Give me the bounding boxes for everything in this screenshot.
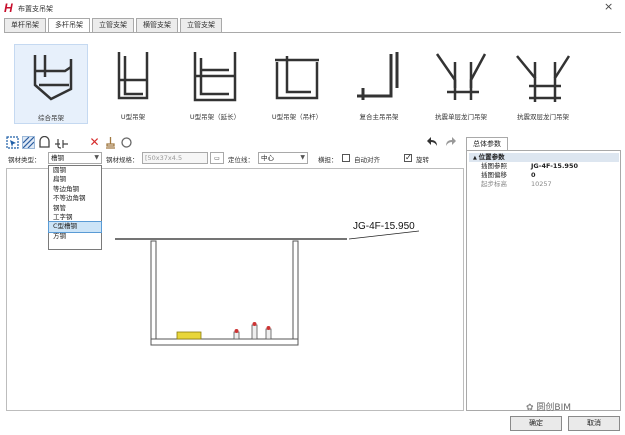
dropdown-option-highlighted[interactable]: C型槽钢 <box>48 221 102 233</box>
tab-riser-support[interactable]: 立管支架 <box>92 18 134 32</box>
property-group-title: 位置参数 <box>478 153 505 161</box>
tab-horizontal-support[interactable]: 横管支架 <box>136 18 178 32</box>
elevation-label: JG-4F-15.950 <box>353 221 415 232</box>
steel-type-label: 钢材类型： <box>8 156 41 164</box>
delete-icon[interactable]: ✕ <box>88 136 101 149</box>
gallery-item-seismic-single[interactable]: 抗震单层龙门吊架 <box>424 44 498 124</box>
rotate-icon[interactable] <box>120 136 133 149</box>
redo-icon[interactable] <box>444 136 457 149</box>
rotate-label: 旋转 <box>416 156 429 164</box>
gallery-label: 抗震双层龙门吊架 <box>517 113 569 121</box>
gallery-label: U型吊架（延长） <box>189 113 241 121</box>
steel-spec-label: 钢材规格： <box>106 156 139 164</box>
auto-align-checkbox[interactable] <box>342 154 350 162</box>
cancel-button[interactable]: 取消 <box>568 416 620 431</box>
property-group-header[interactable]: ▲ 位置参数 <box>469 153 619 162</box>
hatch-icon[interactable] <box>22 136 35 149</box>
rotate-checkbox[interactable]: ✓ <box>404 154 412 162</box>
main-hanger-icon <box>357 52 399 100</box>
steel-type-select[interactable]: 槽钢 ▼ <box>48 152 102 164</box>
gallery-label: U型吊架（吊杆） <box>271 113 323 121</box>
steel-spec-input[interactable]: [50x37x4.5 <box>142 152 208 164</box>
watermark-text: 圆创BIM <box>536 403 572 413</box>
gallery-label: U型吊架 <box>120 113 146 121</box>
dropdown-option[interactable]: 扁钢 <box>49 175 101 184</box>
ok-button[interactable]: 确定 <box>510 416 562 431</box>
u-hanger-icon <box>117 52 149 100</box>
wechat-icon: ✿ <box>526 403 537 413</box>
tab-multi-rod[interactable]: 多杆吊架 <box>48 18 90 33</box>
property-panel: 总体参数 ▲ 位置参数 插图参照 JG-4F-15.950 插图偏移 0 起步标… <box>466 137 621 411</box>
seismic-single-hanger-icon <box>435 53 487 100</box>
browse-icon: ▭ <box>214 155 220 162</box>
window-title: 布置支吊架 <box>18 5 53 13</box>
dropdown-option[interactable]: 方钢 <box>49 232 101 241</box>
gallery-item-main-hanger[interactable]: 复合主吊吊架 <box>342 44 416 124</box>
gallery-item-seismic-double[interactable]: 抗震双层龙门吊架 <box>506 44 580 124</box>
gallery-item-u-rod[interactable]: U型吊架（吊杆） <box>260 44 334 124</box>
property-value: 0 <box>531 171 536 179</box>
undo-icon[interactable] <box>426 136 439 149</box>
composite-hanger-icon <box>33 55 73 101</box>
chevron-down-icon: ▼ <box>94 154 99 161</box>
select-icon[interactable] <box>6 136 19 149</box>
drawing-toolbar: ✕ <box>6 136 466 150</box>
dropdown-option[interactable]: 钢管 <box>49 204 101 213</box>
hook-icon[interactable] <box>54 136 68 149</box>
property-row[interactable]: 插图参照 JG-4F-15.950 <box>469 162 619 171</box>
hanger-gallery: 综合吊架 U型吊架 U型吊架（延长） U型吊架（吊杆） 复合主吊吊架 抗震单层龙… <box>4 34 621 132</box>
property-value: JG-4F-15.950 <box>531 162 578 170</box>
property-key: 起步标高 <box>481 180 507 188</box>
property-row[interactable]: 起步标高 10257 <box>469 180 619 189</box>
steel-type-dropdown: 圆钢 扁钢 等边角钢 不等边角钢 钢管 工字钢 C型槽钢 方钢 <box>48 165 102 250</box>
type-tabs: 单杆吊架 多杆吊架 立管支架 横管支架 立管支架 <box>4 18 224 33</box>
property-row[interactable]: 插图偏移 0 <box>469 171 619 180</box>
seismic-double-hanger-icon <box>516 55 571 102</box>
steel-params-row: 钢材类型： 槽钢 ▼ 钢材规格： [50x37x4.5 ▭ 定位线： 中心 ▼ … <box>6 152 466 166</box>
watermark: ✿ 圆创BIM <box>526 400 571 413</box>
tab-single-rod[interactable]: 单杆吊架 <box>4 18 46 32</box>
title-bar: H 布置支吊架 × <box>0 0 625 17</box>
tab-riser-support-2[interactable]: 立管支架 <box>180 18 222 32</box>
gallery-item-composite[interactable]: 综合吊架 <box>14 44 88 124</box>
pipe-clamp-icon[interactable] <box>38 135 51 149</box>
gallery-label: 综合吊架 <box>38 114 64 122</box>
dropdown-option[interactable]: 圆钢 <box>49 166 101 175</box>
auto-align-label: 自动对齐 <box>354 156 380 164</box>
property-value: 10257 <box>531 180 552 188</box>
chevron-down-icon: ▼ <box>300 154 305 161</box>
gallery-item-u-type[interactable]: U型吊架 <box>96 44 170 124</box>
property-key: 插图偏移 <box>481 171 507 179</box>
u-extended-hanger-icon <box>193 52 237 102</box>
property-grid: ▲ 位置参数 插图参照 JG-4F-15.950 插图偏移 0 起步标高 102… <box>466 150 621 411</box>
anchor-icon[interactable] <box>104 136 117 149</box>
gallery-label: 抗震单层龙门吊架 <box>435 113 487 121</box>
steel-spec-value: [50x37x4.5 <box>145 154 183 162</box>
anchor-line-label: 定位线： <box>228 156 254 164</box>
dropdown-option[interactable]: 等边角钢 <box>49 185 101 194</box>
spec-browse-button[interactable]: ▭ <box>210 152 224 164</box>
property-key: 插图参照 <box>481 162 507 170</box>
u-rod-hanger-icon <box>275 56 319 100</box>
dropdown-option[interactable]: 不等边角钢 <box>49 194 101 203</box>
anchor-line-select[interactable]: 中心 ▼ <box>258 152 308 164</box>
steel-type-value: 槽钢 <box>51 154 64 162</box>
close-icon[interactable]: × <box>604 1 613 13</box>
anchor-line-value: 中心 <box>261 154 274 162</box>
dropdown-option[interactable]: 工字钢 <box>49 213 101 222</box>
gallery-item-u-extended[interactable]: U型吊架（延长） <box>178 44 252 124</box>
gallery-label: 复合主吊吊架 <box>359 113 399 121</box>
app-logo: H <box>4 1 13 15</box>
tab-overall-params[interactable]: 总体参数 <box>466 137 508 150</box>
crossbar-label: 横担： <box>318 156 338 164</box>
